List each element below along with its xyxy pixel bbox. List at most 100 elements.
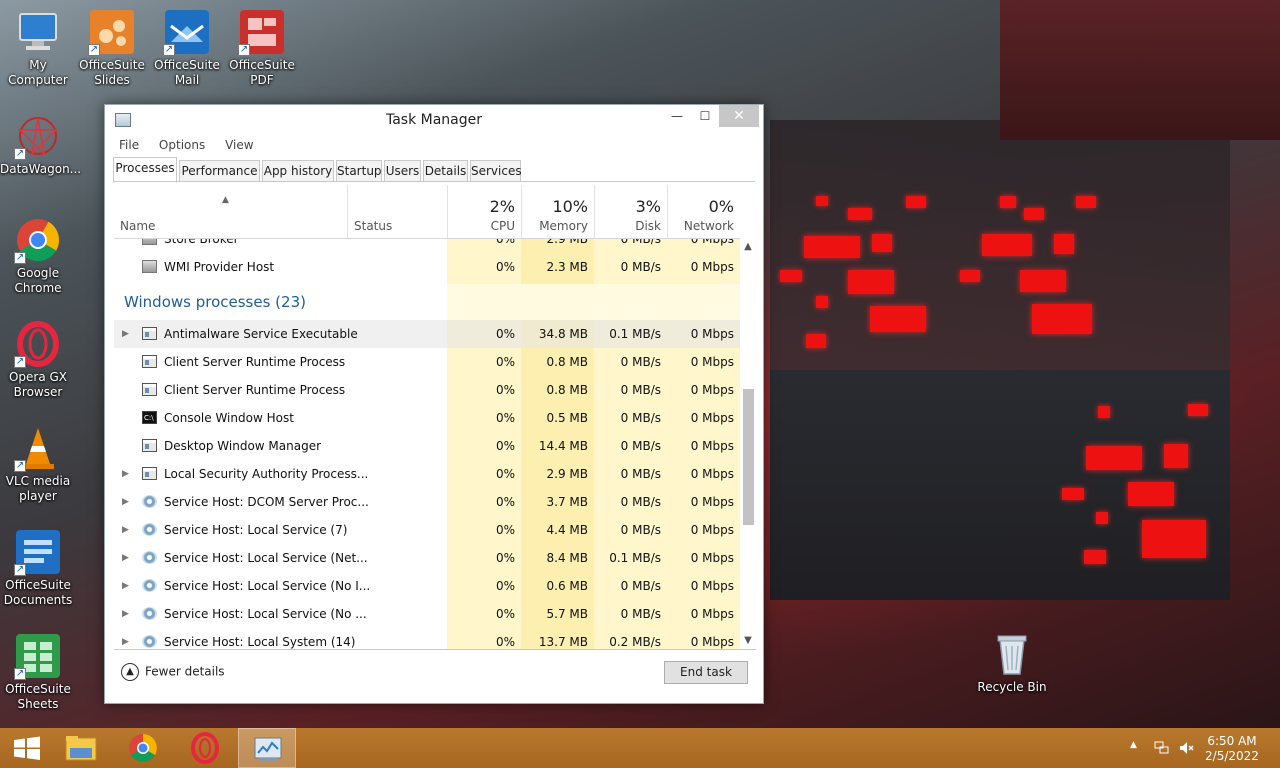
sort-ascending-icon: ▲: [222, 195, 229, 205]
cpu-value: 0%: [495, 607, 515, 621]
gear-icon: [142, 551, 157, 564]
table-row[interactable]: ▶ Antimalware Service Executable 0% 34.8 MB…: [114, 320, 740, 348]
process-name: Service Host: Local Service (No ...: [164, 607, 367, 621]
tab-processes[interactable]: Processes: [113, 157, 177, 183]
table-row[interactable]: Store Broker 0% 2.9 MB 0 MB/s 0 Mbps: [114, 239, 740, 253]
process-name: Service Host: Local Service (7): [164, 523, 348, 537]
clock-date: 2/5/2022: [1205, 749, 1259, 763]
volume-muted-icon[interactable]: [1178, 740, 1194, 756]
table-row[interactable]: ▶ Service Host: Local Service (No I... 0% 0…: [114, 572, 740, 600]
scroll-up-icon[interactable]: ▲: [740, 239, 756, 255]
network-value: 0 Mbps: [690, 383, 734, 397]
tab-app-history[interactable]: App history: [262, 160, 334, 182]
group-header-heat: [447, 284, 740, 320]
desktop-icon-label: Google Chrome: [14, 266, 62, 295]
cpu-value: 0%: [495, 635, 515, 649]
process-name: Local Security Authority Process...: [164, 467, 369, 481]
tab-details[interactable]: Details: [423, 160, 468, 182]
table-row[interactable]: Desktop Window Manager 0% 14.4 MB 0 MB/s 0 M…: [114, 432, 740, 460]
expand-chevron-icon[interactable]: ▶: [122, 572, 129, 600]
table-row[interactable]: WMI Provider Host 0% 2.3 MB 0 MB/s 0 Mbp…: [114, 253, 740, 281]
desktop-icon-officesuite-pdf[interactable]: ↗ OfficeSuite PDF: [224, 8, 300, 88]
process-name: Client Server Runtime Process: [164, 383, 346, 397]
desktop-icon-vlc[interactable]: ↗ VLC media player: [0, 424, 76, 504]
table-row[interactable]: ▶ Service Host: Local Service (Net... 0% 8.…: [114, 544, 740, 572]
menu-file[interactable]: File: [119, 138, 139, 152]
disk-value: 0 MB/s: [620, 355, 661, 369]
desktop-icon-opera-gx[interactable]: ↗ Opera GX Browser: [0, 320, 76, 400]
expand-chevron-icon[interactable]: ▶: [122, 516, 129, 544]
desktop-icon-officesuite-mail[interactable]: ↗ OfficeSuite Mail: [149, 8, 225, 88]
column-header-network[interactable]: 0% Network: [667, 185, 740, 239]
desktop-icon-label: VLC media player: [5, 474, 71, 503]
chrome-icon: [129, 734, 157, 762]
vlc-cone-icon: ↗: [14, 424, 62, 472]
table-row[interactable]: ▶ Service Host: DCOM Server Proc... 0% 3.7 …: [114, 488, 740, 516]
taskbar-google-chrome[interactable]: [114, 728, 172, 768]
column-header-cpu[interactable]: 2% CPU: [447, 185, 521, 239]
scroll-thumb[interactable]: [743, 389, 754, 525]
desktop-icon-officesuite-documents[interactable]: ↗ OfficeSuite Documents: [0, 528, 76, 608]
expand-chevron-icon[interactable]: ▶: [122, 600, 129, 628]
expand-chevron-icon[interactable]: ▶: [122, 488, 129, 516]
process-name: Console Window Host: [164, 411, 294, 425]
column-header-status[interactable]: Status: [347, 185, 447, 239]
taskbar-opera-gx[interactable]: [176, 728, 234, 768]
memory-value: 0.5 MB: [546, 411, 588, 425]
menu-view[interactable]: View: [225, 138, 253, 152]
vertical-scrollbar[interactable]: ▲ ▼: [740, 239, 756, 649]
officesuite-pdf-icon: ↗: [238, 8, 286, 56]
expand-chevron-icon[interactable]: ▶: [122, 544, 129, 572]
taskbar-clock[interactable]: 6:50 AM 2/5/2022: [1200, 734, 1264, 764]
disk-value: 0 MB/s: [620, 411, 661, 425]
expand-chevron-icon[interactable]: ▶: [122, 628, 129, 649]
table-row[interactable]: ▶ Service Host: Local Service (No ... 0% 5.…: [114, 600, 740, 628]
gear-icon: [142, 495, 157, 508]
expand-chevron-icon[interactable]: ▶: [122, 320, 129, 348]
tab-startup[interactable]: Startup: [336, 160, 382, 182]
desktop-icon-officesuite-sheets[interactable]: ↗ OfficeSuite Sheets: [0, 632, 76, 712]
desktop-icon-recycle-bin[interactable]: Recycle Bin: [974, 630, 1050, 695]
footer-divider: [114, 649, 756, 650]
column-header-name[interactable]: ▲ Name: [114, 185, 347, 239]
fewer-details-button[interactable]: ▲ Fewer details: [121, 663, 225, 681]
desktop-icon-officesuite-slides[interactable]: ↗ OfficeSuite Slides: [74, 8, 150, 88]
column-header-memory[interactable]: 10% Memory: [521, 185, 594, 239]
title-bar[interactable]: Task Manager — ☐ ✕: [105, 105, 763, 135]
table-row[interactable]: ▶ Local Security Authority Process... 0% 2.…: [114, 460, 740, 488]
desktop-icon-label: OfficeSuite PDF: [229, 58, 295, 87]
menu-bar: File Options View: [119, 138, 270, 154]
tab-services[interactable]: Services: [470, 160, 522, 182]
desktop-icon-my-computer[interactable]: My Computer: [0, 8, 76, 88]
network-icon[interactable]: [1154, 740, 1170, 756]
maximize-button[interactable]: ☐: [691, 105, 719, 127]
disk-value: 0.2 MB/s: [609, 635, 661, 649]
tab-users[interactable]: Users: [384, 160, 421, 182]
shortcut-arrow-icon: ↗: [14, 252, 26, 264]
taskbar-file-explorer[interactable]: [52, 728, 110, 768]
desktop-icon-google-chrome[interactable]: ↗ Google Chrome: [0, 216, 76, 296]
shortcut-arrow-icon: ↗: [14, 356, 26, 368]
expand-chevron-icon[interactable]: ▶: [122, 460, 129, 488]
minimize-button[interactable]: —: [663, 105, 691, 127]
start-button[interactable]: [0, 728, 58, 768]
close-button[interactable]: ✕: [719, 105, 759, 127]
column-header-disk[interactable]: 3% Disk: [594, 185, 667, 239]
scroll-down-icon[interactable]: ▼: [740, 633, 756, 649]
table-row[interactable]: ▶ Service Host: Local Service (7) 0% 4.4 MB…: [114, 516, 740, 544]
desktop-icon-datawagon[interactable]: ↗ DataWagon...: [0, 112, 81, 177]
disk-value: 0 MB/s: [620, 523, 661, 537]
table-row[interactable]: Client Server Runtime Process 0% 0.8 MB 0 M…: [114, 376, 740, 404]
menu-options[interactable]: Options: [159, 138, 205, 152]
opera-gx-icon: ↗: [14, 320, 62, 368]
show-hidden-icons-chevron-icon[interactable]: ▲: [1130, 740, 1137, 750]
shortcut-arrow-icon: ↗: [163, 44, 175, 56]
group-header[interactable]: Windows processes (23): [114, 284, 740, 320]
table-row[interactable]: Console Window Host 0% 0.5 MB 0 MB/s 0 Mbps: [114, 404, 740, 432]
end-task-button[interactable]: End task: [664, 661, 748, 684]
tab-performance[interactable]: Performance: [179, 160, 260, 182]
network-value: 0 Mbps: [690, 355, 734, 369]
table-row[interactable]: Client Server Runtime Process 0% 0.8 MB 0 M…: [114, 348, 740, 376]
table-row[interactable]: ▶ Service Host: Local System (14) 0% 13.7 M…: [114, 628, 740, 649]
taskbar-task-manager[interactable]: [238, 728, 296, 768]
